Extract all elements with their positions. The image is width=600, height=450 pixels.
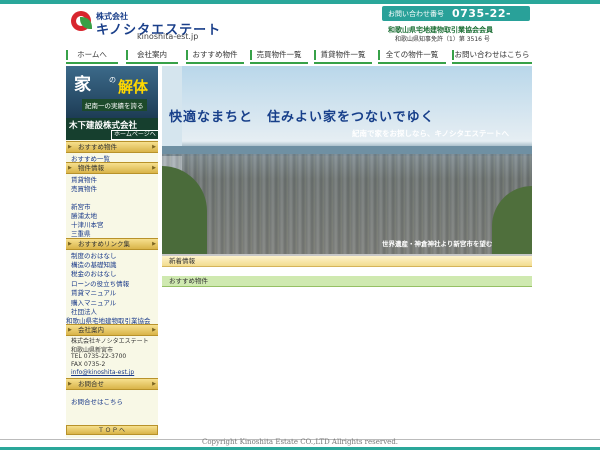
logo-url: kinoshita-est.jp	[137, 32, 199, 41]
hero-caption: 世界遺産・神倉神社より新宮市を望む	[382, 240, 493, 248]
banner-homepage-link[interactable]: ホームページへ	[111, 130, 159, 140]
section-links-label: おすすめリンク集	[78, 240, 130, 248]
hero-image: 快適なまちと 住みよい家をつないでゆく 紀南で家をお探しなら、キノシタエステート…	[162, 66, 532, 254]
hero-subtitle: 紀南で家をお探しなら、キノシタエステートへ	[352, 129, 509, 138]
news-section-header: 新着情報	[162, 256, 532, 267]
section-company-label: 会社案内	[78, 326, 104, 334]
section-links-header: おすすめリンク集	[66, 238, 158, 250]
hero-title: 快適なまちと 住みよい家をつないでゆく	[169, 110, 435, 125]
sidebar-link-sale[interactable]: 売買物件	[71, 183, 97, 193]
banner-kanji-house: 家	[74, 75, 91, 95]
company-tel-line: TEL 0735-22-3700	[71, 353, 127, 360]
company-fax-line: FAX 0735-2	[71, 361, 106, 368]
nav-recommended[interactable]: おすすめ物件	[186, 48, 244, 64]
top-accent-bar	[0, 0, 600, 4]
recommend-label: おすすめ物件	[169, 277, 208, 285]
section-info-label: 物件情報	[78, 164, 104, 172]
license-text: 和歌山県知事免許（1）第 3516 号	[395, 36, 490, 43]
sidebar-link-rental-manual[interactable]: 賃貸マニュアル	[71, 287, 116, 297]
nav-rental-list[interactable]: 賃貸物件一覧	[314, 48, 372, 64]
nav-company[interactable]: 会社案内	[126, 48, 178, 64]
sidebar-link-contact[interactable]: お問合せはこちら	[71, 396, 123, 406]
copyright-text: Copyright Kinoshita Estate CO.,LTD Allri…	[201, 438, 399, 446]
section-info-header: 物件情報	[66, 162, 158, 174]
recommend-section-header: おすすめ物件	[162, 276, 532, 287]
section-recommend-header: おすすめ物件	[66, 141, 158, 153]
banner-kanji-demolition: 解体	[118, 78, 149, 96]
company-name-line: 株式会社キノシタエステート	[71, 338, 149, 345]
nav-contact[interactable]: お問い合わせはこちら	[452, 48, 532, 64]
back-to-top-button[interactable]: ＴＯＰへ	[66, 425, 158, 435]
phone-label: お問い合わせ番号	[388, 10, 444, 18]
nav-sale-list[interactable]: 売買物件一覧	[250, 48, 308, 64]
banner-kanji-no: の	[109, 76, 116, 84]
section-contact-label: お問合せ	[78, 380, 104, 388]
sidebar-link-mie[interactable]: 三重県	[71, 228, 91, 238]
phone-box: お問い合わせ番号 0735-22-3700	[382, 6, 530, 33]
section-company-header: 会社案内	[66, 324, 158, 336]
company-email-link[interactable]: info@kinoshita-est.jp	[71, 369, 134, 376]
section-recommend-label: おすすめ物件	[78, 143, 117, 151]
main-nav: ホームへ 会社案内 おすすめ物件 売買物件一覧 賃貸物件一覧 全ての物件一覧 お…	[66, 48, 532, 64]
section-contact-header: お問合せ	[66, 378, 158, 390]
nav-home[interactable]: ホームへ	[66, 48, 118, 64]
nav-all-list[interactable]: 全ての物件一覧	[378, 48, 446, 64]
sidebar-link-tax[interactable]: 税金のおはなし	[71, 268, 117, 278]
banner-subtitle: 紀南一の実績を誇る	[82, 99, 147, 111]
news-label: 新着情報	[169, 257, 195, 265]
